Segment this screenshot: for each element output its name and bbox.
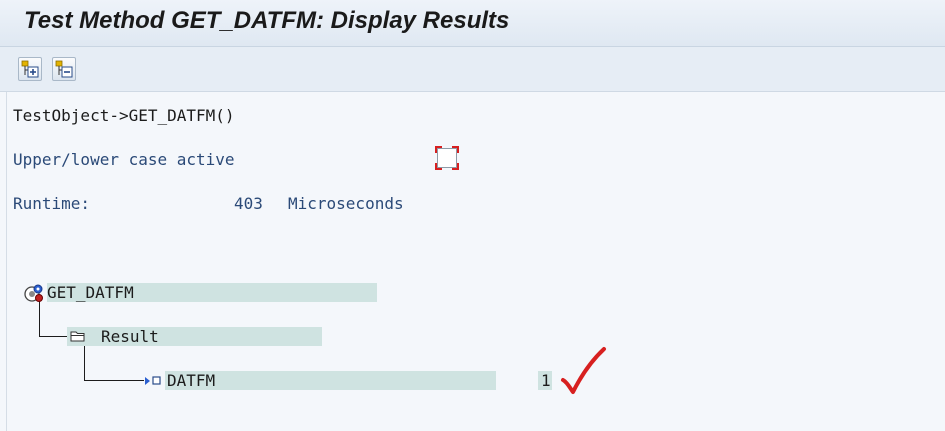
case-sensitive-label: Upper/lower case active xyxy=(13,150,235,169)
tree-node-datfm-label: DATFM xyxy=(167,371,216,390)
method-gear-icon xyxy=(24,284,43,302)
tree-node-result-label: Result xyxy=(101,327,159,346)
page-title: Test Method GET_DATFM: Display Results xyxy=(24,7,510,34)
runtime-label: Runtime: xyxy=(13,194,91,213)
application-toolbar xyxy=(0,47,945,92)
expand-all-button[interactable] xyxy=(18,57,42,81)
left-border xyxy=(6,92,7,431)
runtime-value: 403 xyxy=(234,194,263,213)
red-checkmark-annotation xyxy=(561,347,606,394)
runtime-unit: Microseconds xyxy=(288,194,404,213)
case-sensitive-checkbox[interactable] xyxy=(435,146,459,170)
title-bar: Test Method GET_DATFM: Display Results xyxy=(0,0,945,47)
collapse-tree-icon xyxy=(55,60,73,78)
folder-icon xyxy=(70,331,85,342)
tree-node-datfm-value: 1 xyxy=(541,371,551,390)
parameter-out-icon xyxy=(145,376,161,385)
collapse-all-button[interactable] xyxy=(52,57,76,81)
method-call-text: TestObject->GET_DATFM() xyxy=(13,106,235,125)
expand-tree-icon xyxy=(21,60,39,78)
tree-node-root-label: GET_DATFM xyxy=(47,283,134,302)
